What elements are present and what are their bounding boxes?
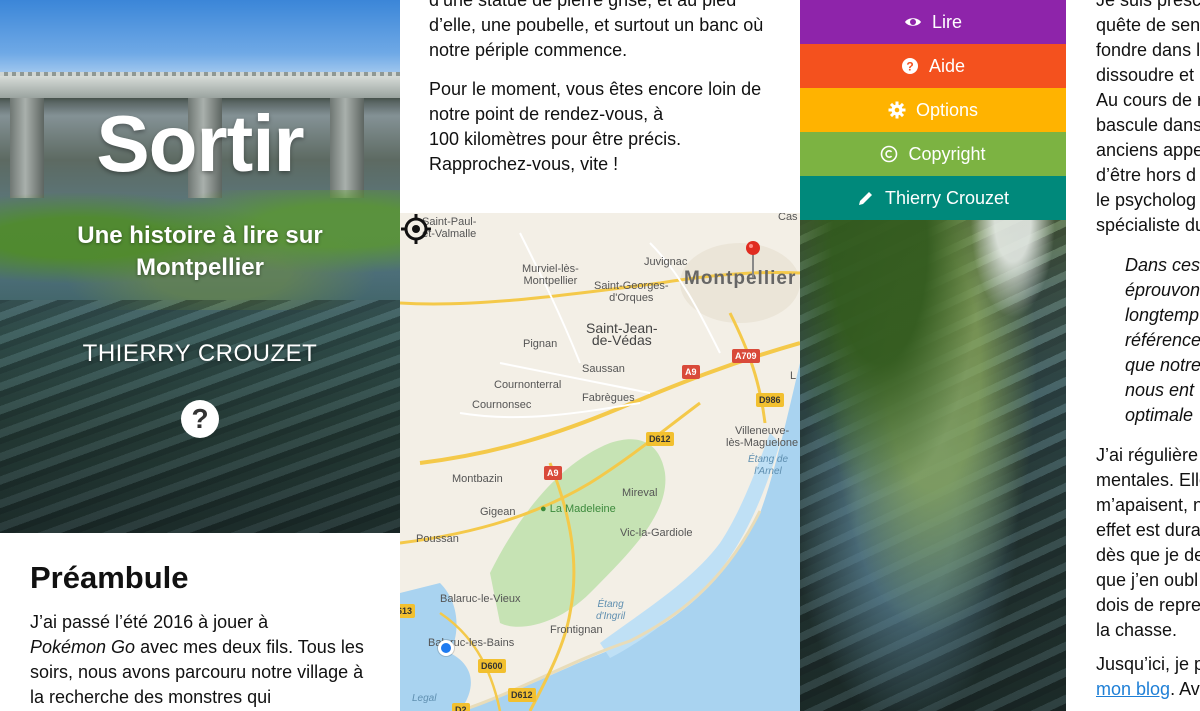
map-city-label: Montpellier <box>684 268 797 289</box>
blog-link[interactable]: mon blog <box>1096 679 1170 699</box>
map-place-label: Poussan <box>416 533 459 545</box>
map-place-label: Cournonsec <box>472 399 532 411</box>
svg-text:?: ? <box>906 60 913 74</box>
reading-quote: Dans ces éprouvon longtemp référence que… <box>1125 255 1200 425</box>
map-place-label: Pignan <box>523 338 558 350</box>
book-title: Sortir <box>96 99 304 188</box>
pencil-icon <box>858 192 872 205</box>
eye-icon <box>904 18 921 26</box>
map-place-label: Cournonterral <box>494 379 562 391</box>
map-park-label: ● La Madeleine <box>540 503 616 515</box>
menu-panel: Lire ? Aide Options Copyright Thierry Cr… <box>800 0 1066 711</box>
tree-icon: ● <box>540 503 550 515</box>
map-place-label: Villeneuve-lès-Maguelone <box>726 425 799 449</box>
menu-item-author[interactable]: Thierry Crouzet <box>800 176 1066 220</box>
menu-item-lire[interactable]: Lire <box>800 0 1066 44</box>
menu-item-options[interactable]: Options <box>800 88 1066 132</box>
map-water-label: Étang de l'Arnel <box>748 454 789 477</box>
map-place-label: Gigean <box>480 506 516 518</box>
road-badge: D986 <box>756 393 784 407</box>
road-badge: D612 <box>646 432 674 446</box>
question-circle-icon: ? <box>901 58 918 74</box>
road-badge: A9 <box>544 466 562 480</box>
map-place-label: Vic-la-Gardiole <box>620 527 693 539</box>
road-badge: D600 <box>478 659 506 673</box>
map-place-label: Saussan <box>582 363 625 375</box>
locate-me-icon[interactable] <box>400 213 432 245</box>
menu-item-copyright[interactable]: Copyright <box>800 132 1066 176</box>
preamble-heading: Préambule <box>30 560 189 595</box>
bridge-deck <box>0 76 400 98</box>
book-author: THIERRY CROUZET <box>82 340 318 367</box>
gear-icon <box>888 101 906 119</box>
map-place-label: Balaruc-le-Vieux <box>440 593 521 605</box>
road-badge: D612 <box>508 688 536 702</box>
road-badge: A709 <box>732 349 760 363</box>
map-place-label: Saint-Jean-de-Védas <box>586 320 658 348</box>
map-place-label: L <box>790 370 797 382</box>
map-place-label: Montbazin <box>452 473 503 485</box>
map-view[interactable]: Saint-Paul-et-Valmalle Juvignac Murviel-… <box>400 213 800 711</box>
map-place-label: Mireval <box>622 487 658 499</box>
reading-panel: Je suis presc quête de sen fondre dans l… <box>1066 0 1200 711</box>
map-place-label: Frontignan <box>550 624 603 636</box>
road-badge: D2 <box>452 703 470 711</box>
map-water-label: Legal <box>412 693 437 704</box>
reading-text-continued: J’ai régulière mentales. Elle m’apaisent… <box>1096 445 1200 699</box>
map-place-label: Cas <box>778 213 798 223</box>
menu-item-aide[interactable]: ? Aide <box>800 44 1066 88</box>
reading-text: Je suis presc quête de sen fondre dans l… <box>1096 0 1200 235</box>
map-place-label: Fabrègues <box>582 392 635 404</box>
question-icon: ? <box>191 403 209 434</box>
help-button[interactable]: ? <box>181 400 219 438</box>
story-panel: d’une statue de pierre grise, et au pied… <box>400 0 800 711</box>
map-water-label: Étang d'Ingril <box>596 599 626 622</box>
map-place-label: Murviel-lès- Montpellier <box>522 263 579 287</box>
road-badge: 613 <box>400 604 416 618</box>
current-location-dot <box>438 640 454 656</box>
cover-photo: Sortir Une histoire à lire sur Montpelli… <box>0 0 400 533</box>
book-subtitle: Une histoire à lire sur Montpellier <box>77 222 323 281</box>
story-text: d’une statue de pierre grise, et au pied… <box>429 0 764 174</box>
map-place-label: Juvignac <box>644 256 688 268</box>
copyright-icon <box>881 145 898 163</box>
preamble-text: J’ai passé l’été 2016 à jouer à Pokémon … <box>30 612 364 707</box>
map-place-label: Saint-Georges-d'Orques <box>594 280 669 304</box>
destination-pin-icon[interactable] <box>745 240 761 280</box>
background-photo <box>800 220 1066 711</box>
road-badge: A9 <box>682 365 700 379</box>
cover-panel: Sortir Une histoire à lire sur Montpelli… <box>0 0 400 711</box>
